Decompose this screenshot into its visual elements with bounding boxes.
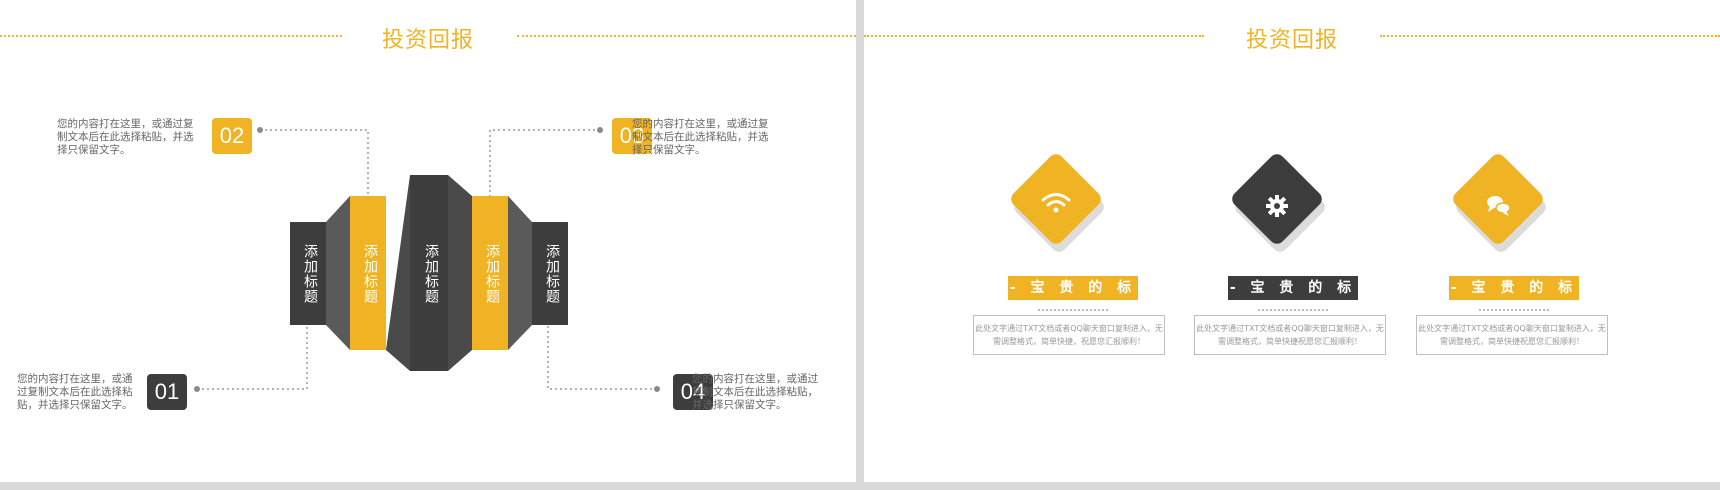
card-3-separator (1479, 309, 1549, 311)
connector-dot-03 (597, 127, 603, 133)
connector-dot-01 (194, 386, 200, 392)
card-2-text: 此处文字通过TXT文档或者QQ聊天窗口复制进入，无需调整格式，简单快捷祝愿您汇报… (1194, 315, 1386, 355)
connector-dot-02 (257, 127, 263, 133)
card-2-separator (1258, 309, 1328, 311)
connector-03 (489, 129, 600, 196)
slide-left: 投资回报 添加标题 添加标题 添加标题 添加标题 添加标题 您的内容打在这里，或… (0, 0, 856, 482)
strip-label-5: 添加标题 (544, 244, 560, 304)
card-1-title: - 宝 贵 的 标 题 (1008, 276, 1138, 320)
connector-02 (260, 129, 369, 196)
item-04-text: 您的内容打在这里，或通过复制文本后在此选择粘贴，并选择只保留文字。 (692, 373, 818, 411)
card-1-text: 此处文字通过TXT文档或者QQ聊天窗口复制进入，无需调整格式，简单快捷，祝愿您汇… (973, 315, 1165, 355)
connector-01 (197, 325, 308, 390)
gear-icon (1266, 195, 1288, 217)
strip-label-4: 添加标题 (484, 244, 500, 304)
fold-3 (448, 175, 472, 371)
icon-diamonds (1011, 154, 1546, 252)
card-1-separator (1038, 309, 1108, 311)
connector-04 (547, 325, 657, 390)
strip-label-1: 添加标题 (302, 244, 318, 304)
item-01-badge: 01 (147, 374, 187, 410)
fold-4 (508, 196, 532, 350)
card-2-title: - 宝 贵 的 标 题 (1228, 276, 1358, 320)
strip-label-3: 添加标题 (423, 244, 439, 304)
fold-2 (386, 175, 410, 371)
item-02-text: 您的内容打在这里，或通过复制文本后在此选择粘贴，并选择只保留文字。 (57, 118, 194, 156)
connector-dot-04 (654, 386, 660, 392)
diamond-card-2 (1232, 154, 1325, 252)
slide-right: 投资回报 - 宝 贵 的 标 题 - 宝 贵 的 标 题 - 宝 贵 的 标 题… (864, 0, 1720, 482)
diamond-card-1 (1011, 154, 1104, 252)
item-02-badge: 02 (212, 118, 252, 154)
card-3-text: 此处文字通过TXT文档或者QQ聊天窗口复制进入，无需调整格式，简单快捷祝愿您汇报… (1416, 315, 1608, 355)
strip-label-2: 添加标题 (362, 244, 378, 304)
card-3-title: - 宝 贵 的 标 题 (1449, 276, 1579, 320)
fold-1 (326, 196, 350, 350)
item-03-text: 您的内容打在这里，或通过复制文本后在此选择粘贴，并选择只保留文字。 (632, 118, 769, 156)
diamond-card-3 (1453, 154, 1546, 252)
item-01-text: 您的内容打在这里，或通过复制文本后在此选择粘贴，并选择只保留文字。 (17, 373, 133, 411)
